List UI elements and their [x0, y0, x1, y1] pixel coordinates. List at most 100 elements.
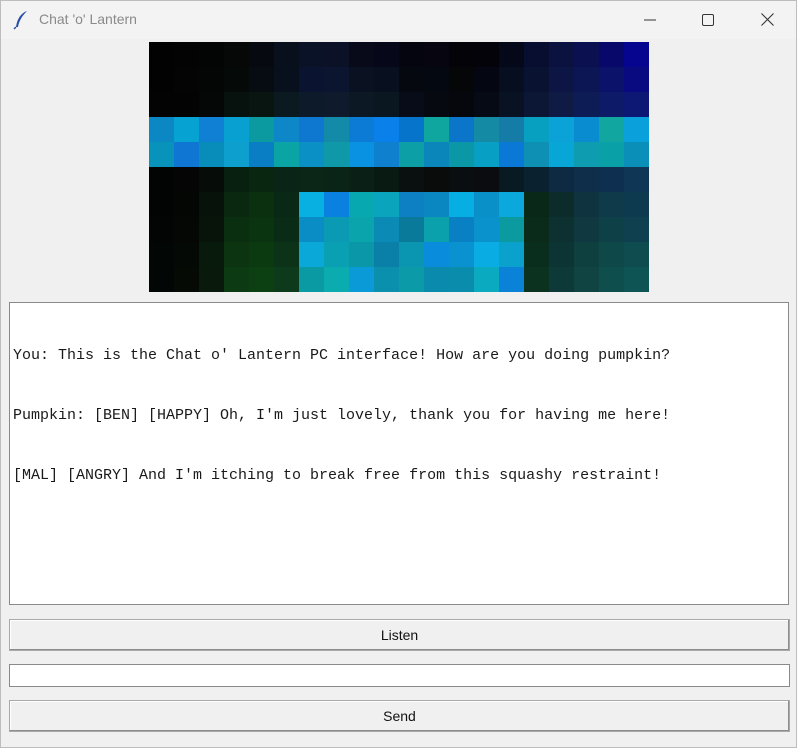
face-pixel [524, 267, 549, 292]
face-pixel [599, 142, 624, 167]
face-pixel [274, 192, 299, 217]
face-pixel [349, 42, 374, 67]
face-pixel [474, 92, 499, 117]
face-pixel [474, 42, 499, 67]
face-pixel [349, 217, 374, 242]
face-pixel [174, 242, 199, 267]
face-pixel [399, 217, 424, 242]
face-pixel [449, 192, 474, 217]
face-pixel [424, 142, 449, 167]
face-pixel [449, 217, 474, 242]
face-pixel [474, 167, 499, 192]
face-pixel [374, 167, 399, 192]
face-pixel [624, 92, 649, 117]
face-pixel [449, 167, 474, 192]
face-pixel [499, 117, 524, 142]
face-pixel [549, 242, 574, 267]
face-pixel [424, 67, 449, 92]
face-pixel [299, 117, 324, 142]
face-pixel [499, 42, 524, 67]
face-pixel [524, 217, 549, 242]
face-pixel [624, 167, 649, 192]
face-pixel [299, 217, 324, 242]
face-pixel [224, 167, 249, 192]
face-pixel [174, 267, 199, 292]
face-pixel [374, 217, 399, 242]
face-pixel [249, 42, 274, 67]
face-pixel [574, 217, 599, 242]
face-pixel [174, 42, 199, 67]
face-pixel [224, 217, 249, 242]
message-input[interactable] [9, 664, 790, 687]
face-pixel [499, 142, 524, 167]
face-pixel [624, 42, 649, 67]
face-pixel [249, 267, 274, 292]
minimize-button[interactable] [621, 1, 679, 39]
face-pixel [199, 92, 224, 117]
face-pixel [374, 67, 399, 92]
face-pixel [574, 117, 599, 142]
face-pixel [524, 242, 549, 267]
face-pixel [349, 142, 374, 167]
face-pixel [549, 192, 574, 217]
face-pixel [424, 217, 449, 242]
close-button[interactable] [738, 1, 796, 39]
face-pixel [524, 67, 549, 92]
face-pixel [149, 117, 174, 142]
maximize-button[interactable] [679, 1, 737, 39]
face-pixel [174, 142, 199, 167]
chat-log[interactable]: You: This is the Chat o' Lantern PC inte… [9, 302, 789, 605]
face-pixel [424, 242, 449, 267]
face-pixel [199, 242, 224, 267]
face-pixel [599, 167, 624, 192]
face-pixel [624, 192, 649, 217]
face-pixel [424, 267, 449, 292]
face-pixel [499, 267, 524, 292]
face-pixel [299, 42, 324, 67]
face-pixel [199, 142, 224, 167]
send-button[interactable]: Send [9, 700, 790, 732]
face-pixel [324, 142, 349, 167]
face-pixel [449, 92, 474, 117]
face-pixel [424, 92, 449, 117]
face-pixel [399, 192, 424, 217]
face-pixel [274, 167, 299, 192]
face-pixel [199, 192, 224, 217]
face-pixel [224, 242, 249, 267]
window-title: Chat 'o' Lantern [39, 11, 137, 27]
face-pixel [349, 167, 374, 192]
face-pixel [349, 242, 374, 267]
face-pixel [399, 167, 424, 192]
face-pixel [524, 117, 549, 142]
face-pixel [299, 67, 324, 92]
face-pixel [424, 117, 449, 142]
face-pixel [249, 117, 274, 142]
face-pixel [149, 242, 174, 267]
face-pixel [599, 217, 624, 242]
chat-line: You: This is the Chat o' Lantern PC inte… [13, 347, 671, 364]
face-pixel [324, 192, 349, 217]
face-pixel [599, 67, 624, 92]
listen-button[interactable]: Listen [9, 619, 790, 651]
face-pixel [399, 142, 424, 167]
face-pixel [149, 67, 174, 92]
face-pixel [249, 167, 274, 192]
face-pixel [549, 167, 574, 192]
title-bar[interactable]: Chat 'o' Lantern [1, 1, 796, 39]
face-pixel [224, 67, 249, 92]
face-pixel [399, 267, 424, 292]
face-pixel [349, 267, 374, 292]
face-pixel [274, 142, 299, 167]
chat-line: [MAL] [ANGRY] And I'm itching to break f… [13, 467, 662, 484]
face-pixel [249, 92, 274, 117]
face-pixel [449, 142, 474, 167]
face-pixel [299, 242, 324, 267]
face-pixel [624, 117, 649, 142]
face-pixel [374, 92, 399, 117]
face-pixel [574, 142, 599, 167]
face-pixel [249, 242, 274, 267]
face-pixel [474, 267, 499, 292]
face-pixel [424, 192, 449, 217]
chat-line: Pumpkin: [BEN] [HAPPY] Oh, I'm just love… [13, 407, 671, 424]
face-pixel [149, 142, 174, 167]
